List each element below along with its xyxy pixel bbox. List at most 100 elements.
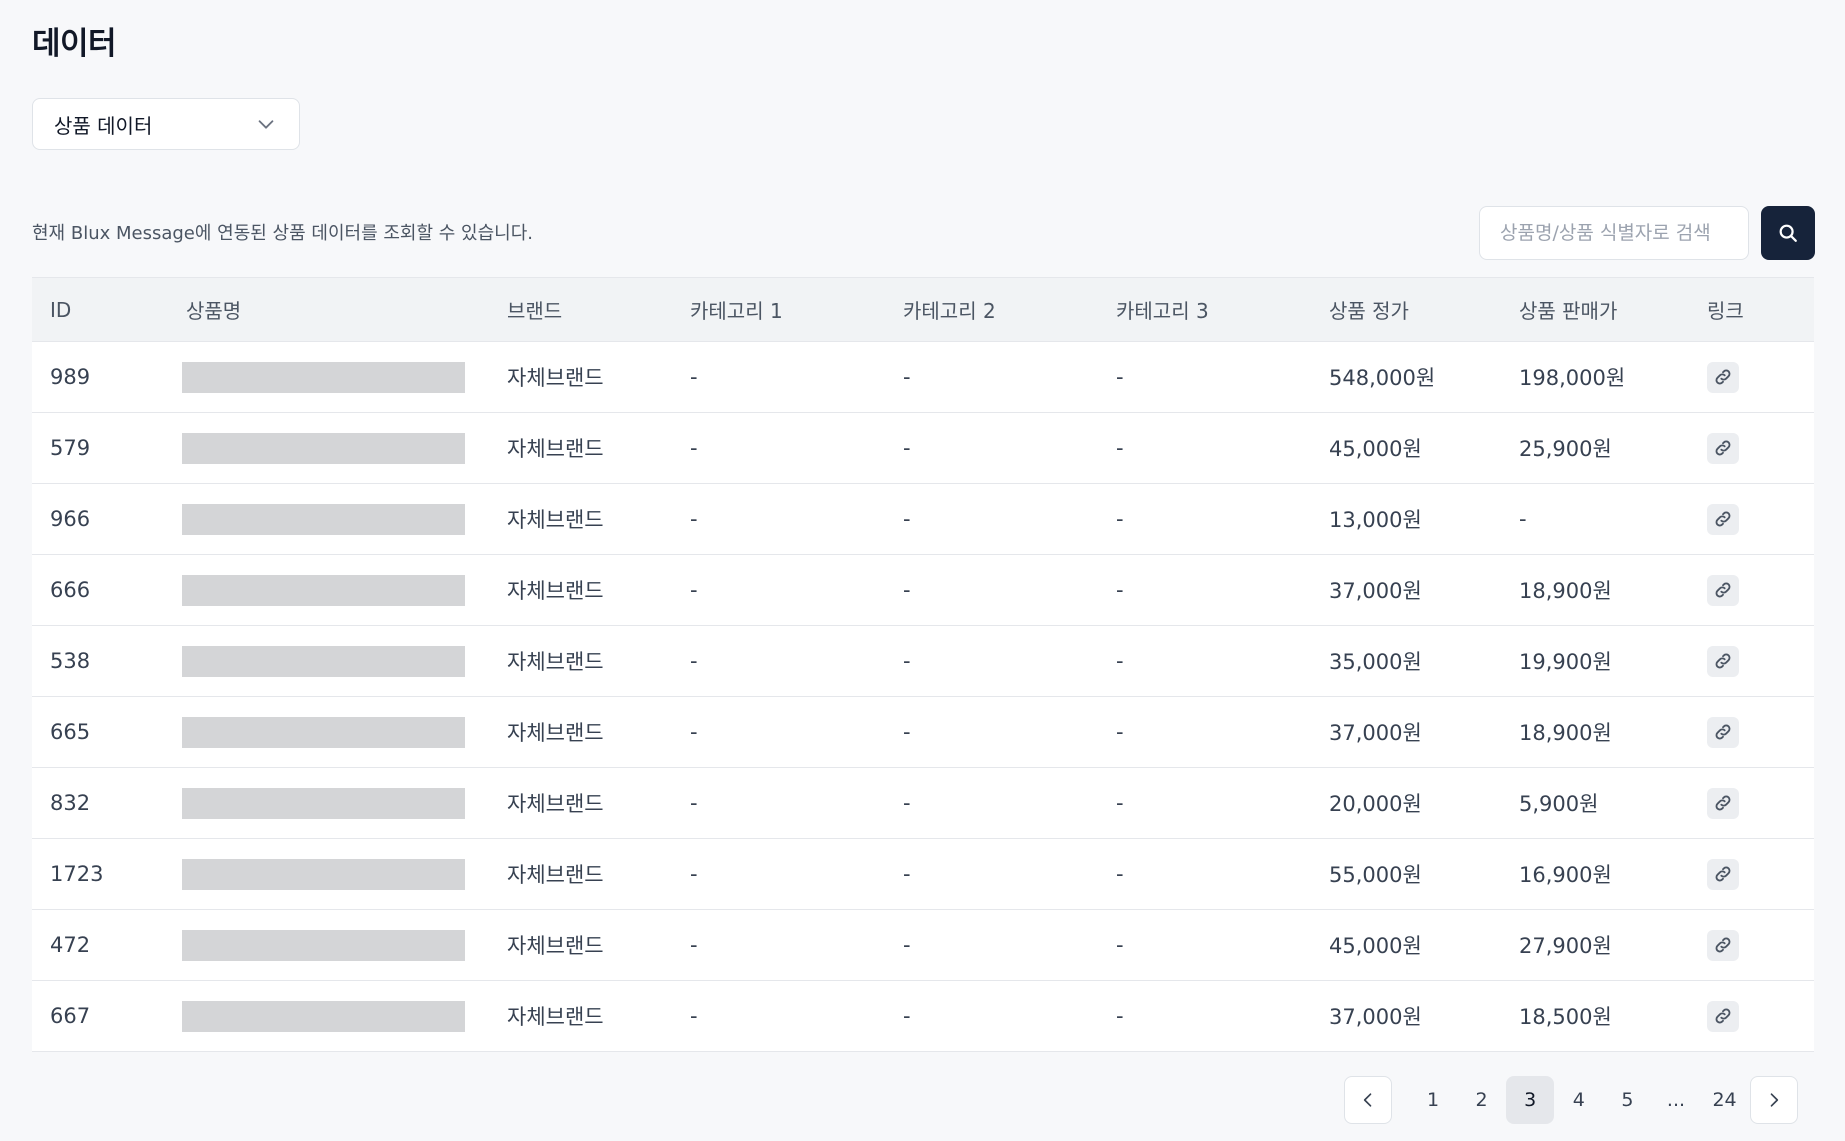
cell-category-1: - xyxy=(690,341,903,413)
cell-category-3: - xyxy=(1116,554,1329,626)
table-row[interactable]: 667 자체브랜드 - - -37,000원 18,500원 xyxy=(32,980,1814,1052)
cell-id: 832 xyxy=(32,767,186,839)
product-link-button[interactable] xyxy=(1707,432,1739,464)
table-row[interactable]: 472 자체브랜드 - - -45,000원 27,900원 xyxy=(32,909,1814,981)
link-icon xyxy=(1715,440,1731,456)
table-row[interactable]: 666 자체브랜드 - - -37,000원 18,900원 xyxy=(32,554,1814,626)
page-button-last[interactable]: 24 xyxy=(1701,1076,1749,1124)
product-link-button[interactable] xyxy=(1707,929,1739,961)
cell-product-name xyxy=(182,483,507,555)
redacted-product-name xyxy=(182,503,465,535)
cell-id: 966 xyxy=(32,483,186,555)
cell-category-3: - xyxy=(1116,483,1329,555)
cell-product-name xyxy=(182,838,507,910)
cell-sale-price: 18,900원 xyxy=(1519,554,1707,626)
cell-brand: 자체브랜드 xyxy=(507,909,690,981)
cell-sale-price: 18,500원 xyxy=(1519,980,1707,1052)
cell-list-price: 37,000원 xyxy=(1329,980,1519,1052)
cell-category-3: - xyxy=(1116,909,1329,981)
page-button-4[interactable]: 4 xyxy=(1555,1076,1603,1124)
table-row[interactable]: 579 자체브랜드 - - -45,000원 25,900원 xyxy=(32,412,1814,484)
cell-brand: 자체브랜드 xyxy=(507,838,690,910)
chevron-left-icon xyxy=(1363,1093,1372,1107)
column-header-link: 링크 xyxy=(1707,277,1814,342)
column-header-sale-price: 상품 판매가 xyxy=(1519,277,1707,342)
cell-link xyxy=(1707,696,1814,768)
table-row[interactable]: 538 자체브랜드 - - -35,000원 19,900원 xyxy=(32,625,1814,697)
cell-id: 1723 xyxy=(32,838,186,910)
redacted-product-name xyxy=(182,858,465,890)
table-row[interactable]: 989 자체브랜드 - - -548,000원 198,000원 xyxy=(32,341,1814,413)
cell-category-3: - xyxy=(1116,625,1329,697)
cell-brand: 자체브랜드 xyxy=(507,554,690,626)
product-link-button[interactable] xyxy=(1707,574,1739,606)
product-link-button[interactable] xyxy=(1707,645,1739,677)
link-icon xyxy=(1715,795,1731,811)
table-row[interactable]: 832 자체브랜드 - - -20,000원 5,900원 xyxy=(32,767,1814,839)
link-icon xyxy=(1715,511,1731,527)
product-link-button[interactable] xyxy=(1707,858,1739,890)
redacted-product-name xyxy=(182,929,465,961)
page-button-5[interactable]: 5 xyxy=(1603,1076,1651,1124)
cell-category-2: - xyxy=(903,483,1116,555)
table-row[interactable]: 966 자체브랜드 - - -13,000원 - xyxy=(32,483,1814,555)
pagination-next-button[interactable] xyxy=(1749,1076,1798,1124)
page-button-1[interactable]: 1 xyxy=(1409,1076,1457,1124)
cell-category-3: - xyxy=(1116,767,1329,839)
cell-product-name xyxy=(182,909,507,981)
cell-id: 472 xyxy=(32,909,186,981)
cell-product-name xyxy=(182,696,507,768)
product-link-button[interactable] xyxy=(1707,361,1739,393)
cell-category-2: - xyxy=(903,980,1116,1052)
search-input[interactable] xyxy=(1479,206,1749,260)
column-header-category-2: 카테고리 2 xyxy=(903,277,1116,342)
cell-product-name xyxy=(182,625,507,697)
pagination-ellipsis: ... xyxy=(1666,1089,1686,1111)
cell-category-2: - xyxy=(903,554,1116,626)
product-link-button[interactable] xyxy=(1707,716,1739,748)
product-link-button[interactable] xyxy=(1707,1000,1739,1032)
page-title: 데이터 xyxy=(32,26,117,62)
cell-list-price: 13,000원 xyxy=(1329,483,1519,555)
cell-sale-price: 198,000원 xyxy=(1519,341,1707,413)
cell-category-3: - xyxy=(1116,838,1329,910)
redacted-product-name xyxy=(182,787,465,819)
cell-category-1: - xyxy=(690,696,903,768)
cell-product-name xyxy=(182,767,507,839)
column-header-category-1: 카테고리 1 xyxy=(690,277,903,342)
link-icon xyxy=(1715,369,1731,385)
pagination-prev-button[interactable] xyxy=(1344,1076,1392,1124)
cell-link xyxy=(1707,625,1814,697)
page-button-2[interactable]: 2 xyxy=(1458,1076,1506,1124)
cell-list-price: 37,000원 xyxy=(1329,554,1519,626)
table-row[interactable]: 665 자체브랜드 - - -37,000원 18,900원 xyxy=(32,696,1814,768)
cell-list-price: 35,000원 xyxy=(1329,625,1519,697)
link-icon xyxy=(1715,937,1731,953)
column-header-id: ID xyxy=(32,277,186,342)
search-button[interactable] xyxy=(1761,206,1815,260)
cell-list-price: 20,000원 xyxy=(1329,767,1519,839)
page-button-3-current[interactable]: 3 xyxy=(1506,1076,1555,1124)
cell-product-name xyxy=(182,341,507,413)
cell-id: 666 xyxy=(32,554,186,626)
column-header-category-3: 카테고리 3 xyxy=(1116,277,1329,342)
cell-brand: 자체브랜드 xyxy=(507,767,690,839)
cell-id: 989 xyxy=(32,341,186,413)
cell-brand: 자체브랜드 xyxy=(507,483,690,555)
redacted-product-name xyxy=(182,716,465,748)
redacted-product-name xyxy=(182,432,465,464)
cell-sale-price: 18,900원 xyxy=(1519,696,1707,768)
table-row[interactable]: 1723 자체브랜드 - - -55,000원 16,900원 xyxy=(32,838,1814,910)
cell-sale-price: 25,900원 xyxy=(1519,412,1707,484)
cell-sale-price: 16,900원 xyxy=(1519,838,1707,910)
cell-category-1: - xyxy=(690,767,903,839)
cell-product-name xyxy=(182,554,507,626)
cell-brand: 자체브랜드 xyxy=(507,341,690,413)
cell-brand: 자체브랜드 xyxy=(507,625,690,697)
product-link-button[interactable] xyxy=(1707,787,1739,819)
cell-category-1: - xyxy=(690,554,903,626)
dataset-select[interactable]: 상품 데이터 xyxy=(32,98,300,150)
cell-link xyxy=(1707,341,1814,413)
product-link-button[interactable] xyxy=(1707,503,1739,535)
search-icon xyxy=(1779,224,1797,242)
